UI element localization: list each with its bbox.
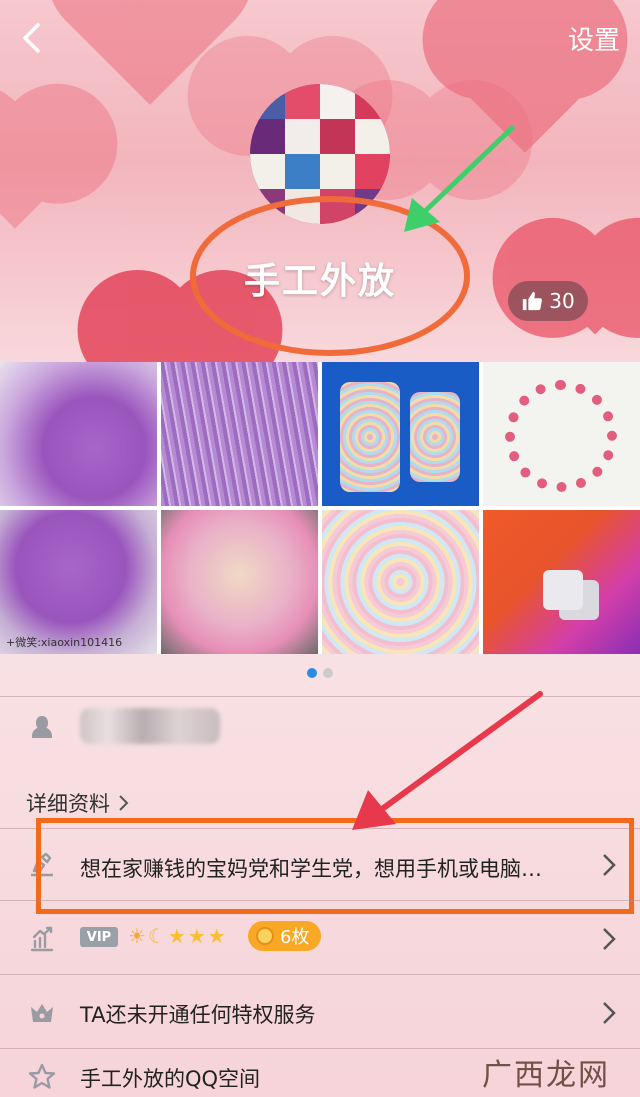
crown-icon [31, 1004, 53, 1022]
privilege-text: TA还未开通任何特权服务 [80, 1003, 316, 1027]
thumbs-up-icon [523, 291, 543, 311]
photo-tile[interactable] [0, 362, 157, 506]
detail-info-label: 详细资料 [26, 792, 110, 816]
pager-dot-active[interactable] [307, 668, 317, 678]
level-up-icon [30, 926, 54, 952]
qzone-star-icon [28, 1063, 56, 1089]
chevron-right-icon [603, 1002, 616, 1024]
settings-button[interactable]: 设置 [568, 20, 620, 57]
vip-badge: VIP [80, 927, 118, 947]
chevron-left-icon [23, 23, 40, 53]
coin-icon [256, 927, 274, 945]
qzone-text: 手工外放的QQ空间 [80, 1067, 261, 1091]
detail-info-link[interactable]: 详细资料 [26, 788, 130, 818]
like-button[interactable]: 30 [508, 281, 588, 321]
photo-tile[interactable] [161, 362, 318, 506]
privilege-row[interactable]: TA还未开通任何特权服务 [0, 974, 640, 1048]
photo-watermark: +微笑:xiaoxin101416 [6, 636, 123, 649]
coin-count: 6枚 [280, 927, 310, 948]
back-button[interactable] [14, 18, 48, 58]
annotation-ellipse [190, 196, 470, 356]
coin-badge[interactable]: 6枚 [248, 921, 322, 951]
photo-tile[interactable] [322, 510, 479, 654]
heart-decoration [387, 97, 473, 183]
profile-cover: 设置 手工外放 30 [0, 0, 640, 362]
user-icon [32, 716, 52, 738]
pager-dot[interactable] [323, 668, 333, 678]
chevron-right-icon [119, 795, 129, 811]
photo-tile[interactable] [161, 510, 318, 654]
photo-pager [0, 668, 640, 678]
heart-decoration [0, 101, 79, 229]
sun-icon: ☀ [128, 924, 146, 948]
photo-grid: +微笑:xiaoxin101416 [0, 362, 640, 654]
like-count: 30 [549, 289, 575, 313]
photo-tile[interactable] [483, 510, 640, 654]
nickname-blurred [80, 708, 220, 744]
star-icon: ★ [187, 924, 206, 948]
moon-icon: ☾ [147, 924, 166, 948]
photo-tile[interactable] [483, 362, 640, 506]
star-icon: ★ [207, 924, 226, 948]
star-icon: ★ [167, 924, 186, 948]
site-watermark: 广西龙网 [482, 1058, 610, 1093]
photo-tile[interactable] [322, 362, 479, 506]
photo-tile[interactable]: +微笑:xiaoxin101416 [0, 510, 157, 654]
qq-level-icons: ☀ ☾ ★ ★ ★ [128, 924, 226, 948]
chevron-right-icon [603, 928, 616, 950]
